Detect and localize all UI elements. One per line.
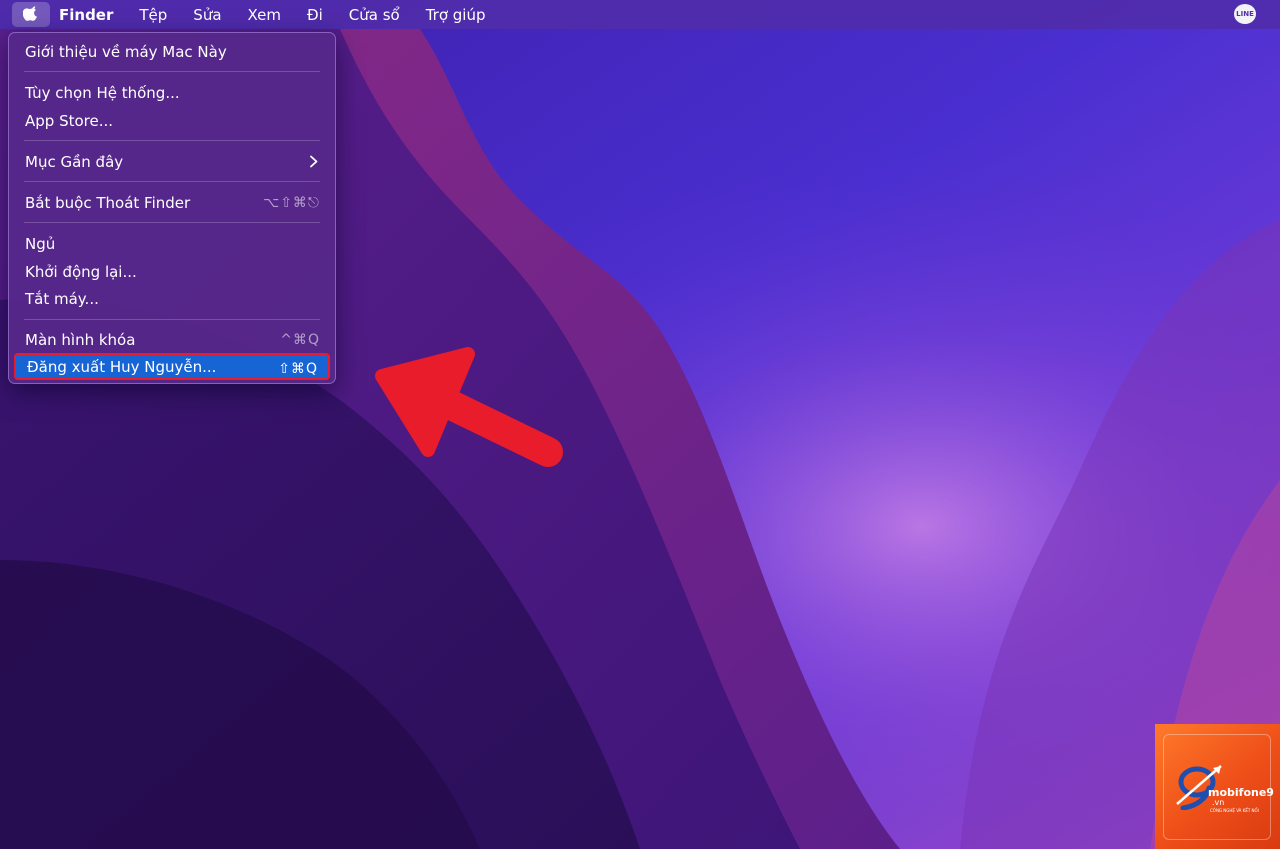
line-icon-label: LINE: [1236, 10, 1254, 18]
shortcut-label: ^⌘Q: [280, 331, 320, 348]
menu-item-label: Bắt buộc Thoát Finder: [25, 193, 191, 212]
shortcut-label: ⌥⇧⌘⎋: [263, 194, 320, 211]
menu-bar: Finder Tệp Sửa Xem Đi Cửa sổ Trợ giúp LI…: [0, 0, 1280, 29]
menu-item-label: Đăng xuất Huy Nguyễn...: [27, 357, 217, 376]
menu-separator: [24, 181, 320, 182]
apple-icon: [23, 5, 38, 21]
menu-separator: [24, 71, 320, 72]
menu-window[interactable]: Cửa sổ: [349, 6, 400, 24]
menu-item-shut-down[interactable]: Tắt máy...: [14, 285, 330, 312]
menu-separator: [24, 319, 320, 320]
menu-edit[interactable]: Sửa: [193, 6, 221, 24]
menu-finder[interactable]: Finder: [59, 6, 113, 24]
menu-item-system-preferences[interactable]: Tùy chọn Hệ thống...: [14, 79, 330, 106]
menu-item-label: Khởi động lại...: [25, 262, 137, 281]
mobifone9-logo: mobifone9 .vn CÔNG NGHỆ VÀ KẾT NỐI: [1155, 724, 1280, 849]
shortcut-label: ⇧⌘Q: [278, 360, 318, 377]
red-arrow-icon: [375, 347, 563, 467]
menu-item-label: Mục Gần đây: [25, 152, 124, 171]
menu-item-sleep[interactable]: Ngủ: [14, 230, 330, 257]
menu-separator: [24, 222, 320, 223]
menu-item-recent-items[interactable]: Mục Gần đây: [14, 148, 330, 175]
menu-separator: [24, 140, 320, 141]
menu-item-lock-screen[interactable]: Màn hình khóa ^⌘Q: [14, 326, 330, 353]
chevron-right-icon: [310, 155, 318, 168]
apple-menu-dropdown: Giới thiệu về máy Mac Này Tùy chọn Hệ th…: [8, 32, 336, 384]
menu-view[interactable]: Xem: [248, 6, 281, 24]
menu-item-app-store[interactable]: App Store...: [14, 107, 330, 134]
menu-item-label: Màn hình khóa: [25, 330, 136, 349]
menu-item-about-mac[interactable]: Giới thiệu về máy Mac Này: [14, 38, 330, 65]
menu-go[interactable]: Đi: [307, 6, 323, 24]
logo-tagline: CÔNG NGHỆ VÀ KẾT NỐI: [1210, 808, 1259, 813]
apple-menu-button[interactable]: [12, 2, 50, 27]
menu-help[interactable]: Trợ giúp: [426, 6, 486, 24]
menu-item-label: App Store...: [25, 111, 114, 130]
menu-item-label: Giới thiệu về máy Mac Này: [25, 42, 227, 61]
line-app-icon[interactable]: LINE: [1234, 4, 1256, 24]
menu-item-label: Ngủ: [25, 234, 56, 253]
menu-item-label: Tắt máy...: [25, 289, 99, 308]
menu-item-log-out[interactable]: Đăng xuất Huy Nguyễn... ⇧⌘Q: [14, 353, 330, 380]
menu-item-force-quit[interactable]: Bắt buộc Thoát Finder ⌥⇧⌘⎋: [14, 189, 330, 216]
menu-file[interactable]: Tệp: [139, 6, 167, 24]
menu-item-label: Tùy chọn Hệ thống...: [25, 83, 180, 102]
menu-item-restart[interactable]: Khởi động lại...: [14, 258, 330, 285]
logo-domain: .vn: [1212, 798, 1225, 807]
